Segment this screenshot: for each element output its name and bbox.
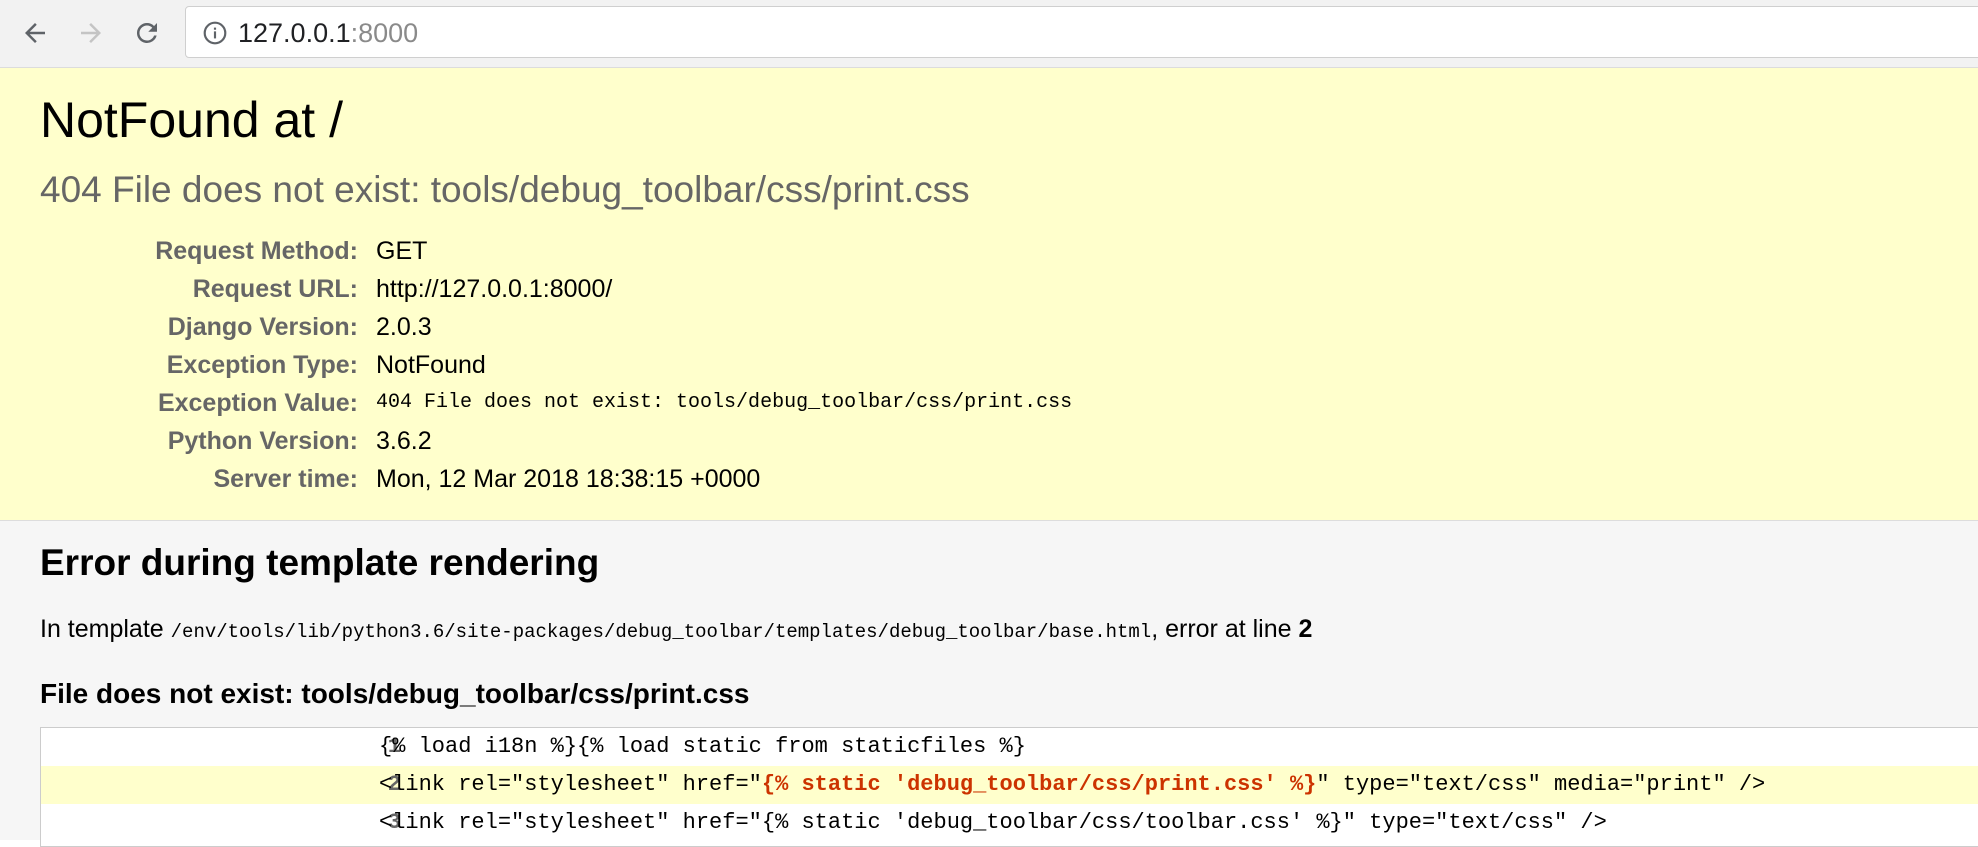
source-line-error: 2 <link rel="stylesheet" href="{% static… (41, 766, 1978, 804)
source-line: 3 <link rel="stylesheet" href="{% static… (41, 804, 1978, 842)
meta-key: Request URL: (192, 275, 358, 303)
code-before: <link rel="stylesheet" href=" (379, 772, 762, 797)
meta-value: Mon, 12 Mar 2018 18:38:15 +0000 (376, 465, 761, 493)
reload-icon (136, 22, 157, 43)
code-error-token: {% static 'debug_toolbar/css/print.css' … (761, 772, 1317, 797)
forward-arrow-icon (81, 23, 101, 43)
meta-value: 2.0.3 (376, 313, 432, 341)
meta-row-exception-type: Exception Type: NotFound (0, 346, 1400, 384)
page-title: NotFound at / (40, 92, 343, 148)
meta-value: 3.6.2 (376, 427, 432, 455)
line-code: <link rel="stylesheet" href="{% static '… (379, 810, 1607, 835)
meta-key: Exception Value: (157, 389, 358, 417)
meta-value: http://127.0.0.1:8000/ (376, 275, 613, 303)
meta-key: Server time: (213, 465, 358, 493)
browser-toolbar: 127.0.0.1:8000 (0, 0, 1978, 68)
forward-button[interactable] (70, 12, 112, 54)
reload-button[interactable] (126, 12, 168, 54)
back-button[interactable] (14, 12, 56, 54)
intro-middle: , error at line (1151, 615, 1299, 643)
meta-value: GET (376, 237, 428, 265)
url-text: 127.0.0.1:8000 (238, 17, 418, 49)
code-after: " type="text/css" media="print" /> (1316, 772, 1766, 797)
exception-subtitle: 404 File does not exist: tools/debug_too… (40, 169, 970, 210)
meta-key: Django Version: (167, 313, 358, 341)
meta-row-server-time: Server time: Mon, 12 Mar 2018 18:38:15 +… (0, 460, 1400, 498)
template-source: 1 {% load i18n %}{% load static from sta… (40, 727, 1978, 847)
template-error-intro: In template /env/tools/lib/python3.6/sit… (40, 611, 1312, 650)
meta-row-django-version: Django Version: 2.0.3 (0, 308, 1400, 346)
back-arrow-icon (25, 23, 45, 43)
meta-key: Exception Type: (166, 351, 358, 379)
meta-row-python-version: Python Version: 3.6.2 (0, 422, 1400, 460)
address-bar[interactable]: 127.0.0.1:8000 (185, 6, 1978, 58)
line-code: <link rel="stylesheet" href="{% static '… (379, 766, 1765, 804)
url-host: 127.0.0.1 (238, 18, 351, 48)
meta-row-exception-value: Exception Value: 404 File does not exist… (0, 384, 1400, 422)
error-line-number: 2 (1298, 615, 1313, 643)
source-line: 1 {% load i18n %}{% load static from sta… (41, 728, 1978, 766)
meta-key: Python Version: (167, 427, 358, 455)
meta-row-request-method: Request Method: GET (0, 232, 1400, 270)
line-code: {% load i18n %}{% load static from stati… (379, 734, 1026, 759)
url-port: :8000 (350, 18, 419, 48)
meta-key: Request Method: (155, 237, 358, 265)
template-error-title: File does not exist: tools/debug_toolbar… (40, 678, 750, 709)
meta-value: 404 File does not exist: tools/debug_too… (376, 391, 1073, 414)
meta-value: NotFound (376, 351, 486, 379)
meta-row-request-url: Request URL: http://127.0.0.1:8000/ (0, 270, 1400, 308)
info-icon[interactable] (202, 20, 228, 46)
error-summary: NotFound at / 404 File does not exist: t… (0, 68, 1978, 521)
intro-prefix: In template (40, 615, 171, 643)
template-path: /env/tools/lib/python3.6/site-packages/d… (170, 621, 1152, 643)
template-error-heading: Error during template rendering (40, 542, 600, 583)
template-error-section: Error during template rendering In templ… (0, 521, 1978, 847)
